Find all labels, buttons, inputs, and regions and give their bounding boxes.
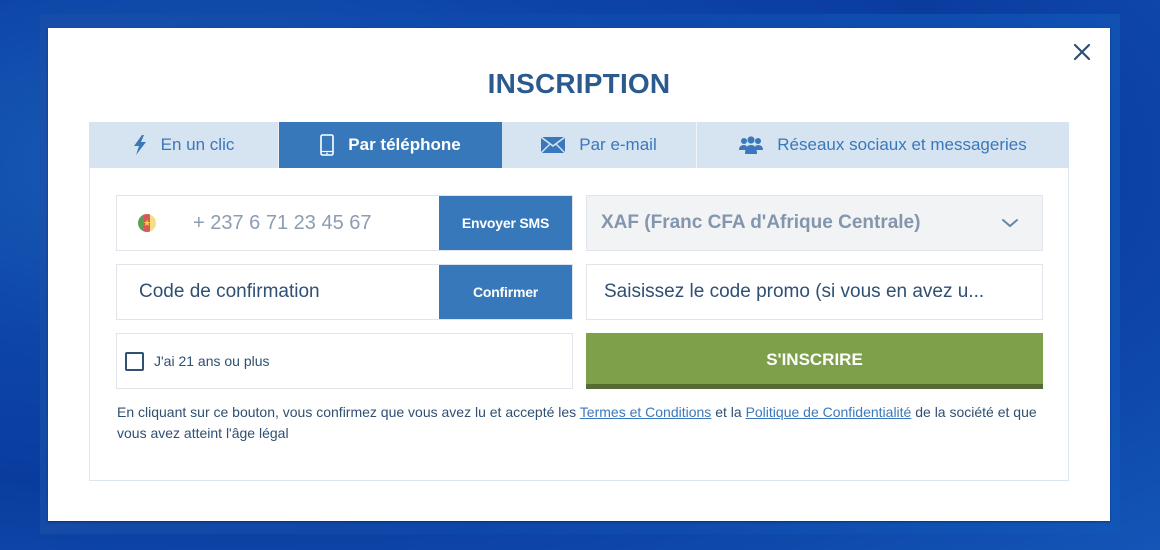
- tab-phone[interactable]: Par téléphone: [279, 122, 502, 168]
- phone-field: ★ + 237 6 71 23 45 67 Envoyer SMS: [116, 195, 573, 251]
- tab-label: Réseaux sociaux et messageries: [777, 135, 1027, 154]
- registration-panel: En un clic Par téléphone Par e-mail Rése…: [89, 122, 1069, 481]
- chevron-down-icon: [1002, 219, 1018, 228]
- tab-label: Par e-mail: [579, 135, 657, 154]
- tab-social[interactable]: Réseaux sociaux et messageries: [697, 122, 1069, 168]
- tab-label: Par téléphone: [348, 135, 461, 154]
- promo-code-input[interactable]: [587, 265, 1042, 319]
- currency-select[interactable]: XAF (Franc CFA d'Afrique Centrale): [586, 195, 1043, 251]
- privacy-policy-link[interactable]: Politique de Confidentialité: [746, 404, 912, 420]
- age-checkbox[interactable]: [125, 351, 144, 371]
- age-checkbox-label[interactable]: J'ai 21 ans ou plus: [154, 353, 270, 369]
- phone-input[interactable]: + 237 6 71 23 45 67: [193, 212, 439, 235]
- tab-email[interactable]: Par e-mail: [502, 122, 697, 168]
- currency-selected-value: XAF (Franc CFA d'Afrique Centrale): [601, 212, 921, 233]
- users-icon: [739, 136, 764, 154]
- promo-code-field: [586, 264, 1043, 320]
- registration-modal: INSCRIPTION En un clic Par téléphone Par…: [48, 28, 1110, 521]
- lightning-icon: [133, 135, 147, 155]
- age-confirmation-field: J'ai 21 ans ou plus: [116, 333, 573, 389]
- cameroon-flag-icon[interactable]: ★: [138, 214, 156, 232]
- envelope-icon: [541, 137, 566, 153]
- confirmation-code-input[interactable]: [117, 265, 439, 319]
- smartphone-icon: [320, 134, 335, 156]
- send-sms-button[interactable]: Envoyer SMS: [439, 196, 572, 250]
- legal-text: En cliquant sur ce bouton, vous confirme…: [117, 404, 580, 420]
- terms-link[interactable]: Termes et Conditions: [580, 404, 712, 420]
- tab-one-click[interactable]: En un clic: [89, 122, 279, 168]
- close-button[interactable]: [1070, 40, 1094, 64]
- registration-tabs: En un clic Par téléphone Par e-mail Rése…: [89, 122, 1069, 168]
- register-button[interactable]: S'INSCRIRE: [586, 333, 1043, 389]
- tab-label: En un clic: [160, 135, 235, 154]
- confirm-button[interactable]: Confirmer: [439, 265, 572, 319]
- modal-title: INSCRIPTION: [487, 68, 671, 99]
- close-icon: [1073, 43, 1091, 61]
- confirmation-code-field: Confirmer: [116, 264, 573, 320]
- legal-notice: En cliquant sur ce bouton, vous confirme…: [117, 402, 1047, 444]
- legal-text: et la: [711, 404, 746, 420]
